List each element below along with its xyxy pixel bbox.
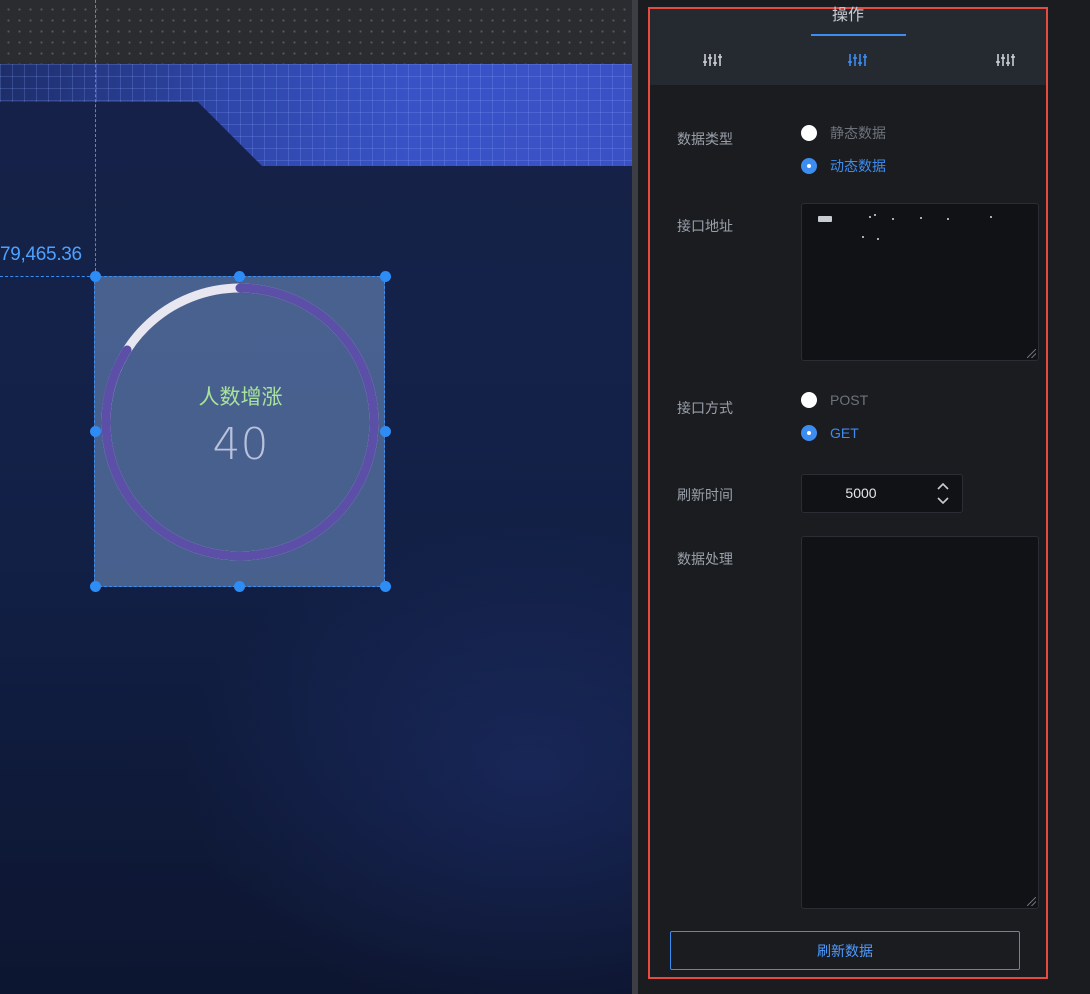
app-root: 79,465.36 人数增涨 40 操作 数据类型 静态数据 动态数据 接口地址… [0,0,1090,994]
sliders-icon [848,54,867,66]
data-processing-textarea[interactable] [801,536,1039,909]
api-method-label: 接口方式 [677,400,733,416]
resize-handle-top-left[interactable] [89,270,101,282]
api-url-textarea[interactable] [801,203,1039,361]
radio-circle-selected [801,425,817,441]
chevron-down-icon[interactable] [936,495,950,507]
resize-handle-right[interactable] [379,425,391,437]
url-text-fragment [892,218,894,220]
radio-label: 动态数据 [830,158,886,174]
resize-handle-top-right[interactable] [379,270,391,282]
vertical-guide-line [95,0,96,276]
background-glow [180,520,632,994]
radio-label: 静态数据 [830,125,886,141]
url-text-fragment [947,218,949,220]
url-text-fragment [990,216,992,218]
refresh-time-stepper[interactable]: 5000 [801,474,963,513]
tab-interaction-settings[interactable] [994,51,1016,69]
stepper-value: 5000 [845,485,877,501]
chevron-up-icon[interactable] [936,480,950,492]
url-text-fragment [818,216,832,222]
refresh-data-button[interactable]: 刷新数据 [670,931,1020,970]
resize-grip-icon[interactable] [1027,897,1036,906]
gauge-title: 人数增涨 [198,386,283,409]
sliders-icon [703,54,722,66]
url-text-fragment [874,214,876,216]
resize-handle-bottom-left[interactable] [89,580,101,592]
radio-label: GET [830,425,859,441]
url-text-fragment [920,217,922,219]
radio-circle [801,392,817,408]
tab-style-settings[interactable] [701,51,723,69]
sliders-icon [996,54,1015,66]
api-url-label: 接口地址 [677,218,733,234]
resize-grip-icon[interactable] [1027,349,1036,358]
data-processing-label: 数据处理 [677,551,733,567]
design-canvas[interactable]: 79,465.36 人数增涨 40 [0,0,632,994]
radio-post[interactable]: POST [801,392,868,408]
window-right-margin [1059,0,1090,994]
coordinate-label: 79,465.36 [0,244,82,265]
resize-handle-top[interactable] [233,270,245,282]
refresh-time-label: 刷新时间 [677,487,733,503]
radio-label: POST [830,392,869,408]
gauge-value: 40 [212,419,269,470]
panel-header: 操作 [650,7,1046,85]
radio-get[interactable]: GET [801,425,859,441]
url-text-fragment [862,236,864,238]
radio-circle-selected [801,158,817,174]
radio-dynamic-data[interactable]: 动态数据 [801,156,886,176]
data-type-label: 数据类型 [677,131,733,147]
active-tab-indicator [811,34,906,36]
tab-data-settings[interactable] [846,51,868,69]
properties-panel: 操作 数据类型 静态数据 动态数据 接口地址 接口方式 POST GET 刷新时… [648,7,1048,979]
panel-title: 操作 [831,7,864,24]
horizontal-guide-line [0,276,95,277]
url-text-fragment [869,216,871,218]
resize-handle-bottom-right[interactable] [379,580,391,592]
resize-handle-bottom[interactable] [233,580,245,592]
radio-static-data[interactable]: 静态数据 [801,123,886,143]
url-text-fragment [877,238,879,240]
gauge-widget[interactable]: 人数增涨 40 [94,276,385,587]
resize-handle-left[interactable] [89,425,101,437]
radio-circle [801,125,817,141]
